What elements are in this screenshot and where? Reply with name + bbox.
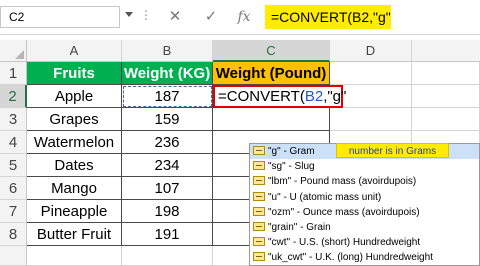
unit-constant-icon [253,252,265,262]
formula-bar-grip-icon: ⋮ [140,8,153,22]
cell-kg-butter-fruit[interactable]: 191 [122,223,213,246]
cell-e2[interactable] [412,85,480,108]
list-item[interactable]: "u" - U (atomic mass unit) [250,190,479,205]
row-header-3[interactable]: 3 [0,108,27,131]
cell-kg-pineapple[interactable]: 198 [122,200,213,223]
list-item[interactable]: "cwt" - U.S. (short) Hundredweight [250,235,479,250]
insert-function-icon[interactable]: fx [232,6,256,28]
cell-fruit-apple[interactable]: Apple [27,85,122,108]
unit-constant-icon [253,206,265,216]
cell-a9[interactable] [27,246,122,266]
select-all-corner[interactable] [0,40,27,62]
cell-kg-grapes[interactable]: 159 [122,108,213,131]
header-weight-pound[interactable]: Weight (Pound) [213,62,330,85]
column-header-c[interactable]: C [213,40,330,62]
unit-tooltip: number is in Grams [336,143,449,158]
unit-constant-icon [253,161,265,171]
unit-constant-icon [253,176,265,186]
row-header-7[interactable]: 7 [0,200,27,223]
cell-fruit-pineapple[interactable]: Pineapple [27,200,122,223]
row-header-2[interactable]: 2 [0,85,27,108]
cell-d1[interactable] [330,62,412,85]
header-fruits[interactable]: Fruits [27,62,122,85]
cell-lb-grapes[interactable] [213,108,330,131]
cell-kg-dates[interactable]: 234 [122,154,213,177]
column-header-d[interactable]: D [330,40,412,62]
list-item[interactable]: "uk_cwt" - U.K. (long) Hundredweight [250,250,479,265]
editing-cell-c2[interactable]: =CONVERT(B2,"g" [213,85,347,108]
cell-fruit-butter-fruit[interactable]: Butter Fruit [27,223,122,246]
cell-b9[interactable] [122,246,213,266]
cell-e1[interactable] [412,62,480,85]
row-header-5[interactable]: 5 [0,154,27,177]
row-header-8[interactable]: 8 [0,223,27,246]
cell-e3[interactable] [412,108,480,131]
list-item[interactable]: "lbm" - Pound mass (avoirdupois) [250,174,479,189]
cell-kg-apple[interactable]: 187 [122,85,213,108]
unit-constant-icon [253,146,265,155]
column-header-a[interactable]: A [27,40,122,62]
unit-constant-icon [253,221,265,231]
list-item[interactable]: "sg" - Slug [250,159,479,174]
row-header-9[interactable] [0,246,27,266]
list-item[interactable]: "grain" - Grain [250,220,479,235]
row-header-6[interactable]: 6 [0,177,27,200]
cell-fruit-grapes[interactable]: Grapes [27,108,122,131]
cell-fruit-watermelon[interactable]: Watermelon [27,131,122,154]
formula-reference: B2 [304,88,324,105]
list-item[interactable]: "ozm" - Ounce mass (avoirdupois) [250,205,479,220]
cell-fruit-mango[interactable]: Mango [27,177,122,200]
enter-icon[interactable]: ✓ [199,6,223,28]
cell-d3[interactable] [330,108,412,131]
formula-suffix: ,"g" [323,88,347,105]
unit-autocomplete-list[interactable]: "g" - Gram "sg" - Slug "lbm" - Pound mas… [249,143,480,266]
name-box[interactable]: C2 [0,6,120,28]
header-weight-kg[interactable]: Weight (KG) [122,62,213,85]
formula-prefix: =CONVERT( [218,88,305,105]
cancel-icon[interactable]: ✕ [163,6,187,28]
name-box-dropdown-icon[interactable] [125,12,133,17]
cell-kg-watermelon[interactable]: 236 [122,131,213,154]
formula-input[interactable]: =CONVERT(B2,"g" [265,5,391,29]
column-header-b[interactable]: B [122,40,213,62]
unit-constant-icon [253,237,265,247]
cell-fruit-dates[interactable]: Dates [27,154,122,177]
row-header-1[interactable]: 1 [0,62,27,85]
column-header-e[interactable] [412,40,480,62]
unit-constant-icon [253,191,265,201]
cell-kg-mango[interactable]: 107 [122,177,213,200]
row-header-4[interactable]: 4 [0,131,27,154]
formula-bar: C2 ⋮ ✕ ✓ fx =CONVERT(B2,"g" [0,0,480,35]
